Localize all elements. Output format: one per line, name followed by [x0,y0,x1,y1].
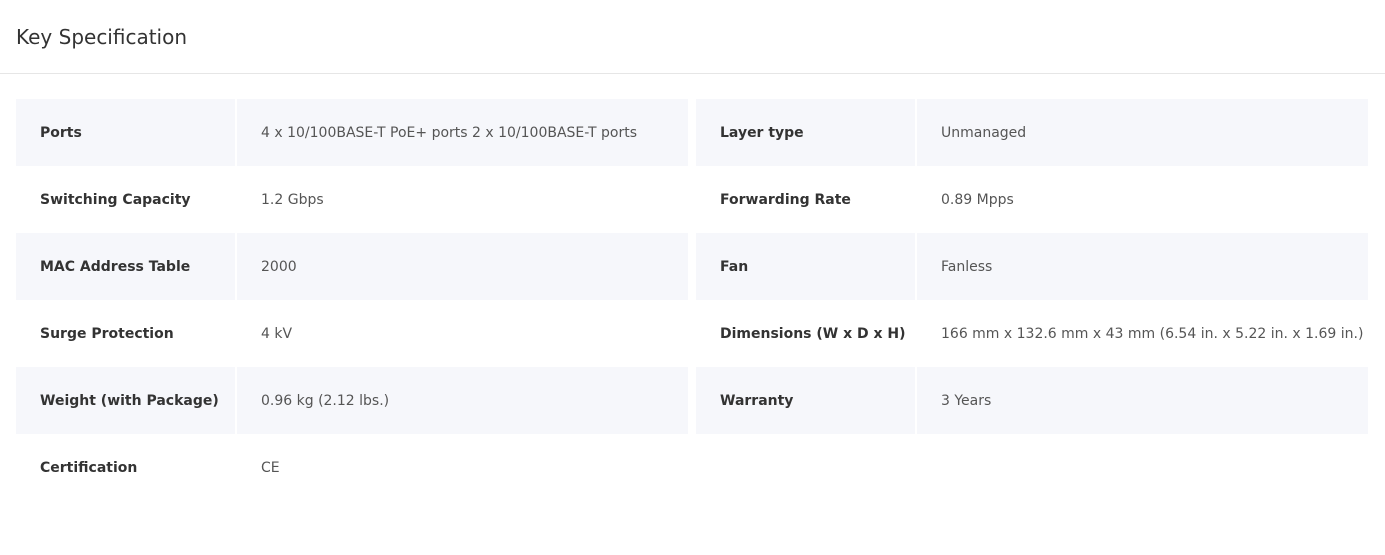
spec-label: MAC Address Table [16,233,235,300]
spec-item-switching-capacity: Switching Capacity 1.2 Gbps [16,166,688,233]
spec-label: Warranty [696,367,915,434]
spec-item-dimensions: Dimensions (W x D x H) 166 mm x 132.6 mm… [696,300,1368,367]
spec-item-weight: Weight (with Package) 0.96 kg (2.12 lbs.… [16,367,688,434]
spec-label: Fan [696,233,915,300]
spec-value: 0.89 Mpps [941,191,1014,208]
spec-value: CE [261,459,280,476]
spec-item-certification: Certification CE [16,434,688,501]
spec-value: 2000 [237,233,688,300]
spec-value: 3 Years [917,367,1368,434]
spec-value: 4 kV [261,325,293,342]
spec-label: Switching Capacity [40,191,191,208]
spec-row: Certification CE [16,434,1368,501]
spec-label: Ports [16,99,235,166]
spec-row: Switching Capacity 1.2 Gbps Forwarding R… [16,166,1368,233]
spec-value: Unmanaged [917,99,1368,166]
spec-table: Ports 4 x 10/100BASE-T PoE+ ports 2 x 10… [16,99,1368,501]
spec-value: 166 mm x 132.6 mm x 43 mm (6.54 in. x 5.… [941,325,1364,342]
spec-item-layer-type: Layer type Unmanaged [696,99,1368,166]
spec-value: 4 x 10/100BASE-T PoE+ ports 2 x 10/100BA… [237,99,688,166]
spec-item-ports: Ports 4 x 10/100BASE-T PoE+ ports 2 x 10… [16,99,688,166]
spec-value: 1.2 Gbps [261,191,324,208]
spec-item-fan: Fan Fanless [696,233,1368,300]
spec-item-forwarding-rate: Forwarding Rate 0.89 Mpps [696,166,1368,233]
spec-label: Certification [40,459,138,476]
spec-label: Dimensions (W x D x H) [720,325,906,342]
spec-item-warranty: Warranty 3 Years [696,367,1368,434]
spec-row: Surge Protection 4 kV Dimensions (W x D … [16,300,1368,367]
spec-label: Layer type [696,99,915,166]
spec-label: Forwarding Rate [720,191,851,208]
spec-row: Weight (with Package) 0.96 kg (2.12 lbs.… [16,367,1368,434]
spec-value: Fanless [917,233,1368,300]
spec-row: Ports 4 x 10/100BASE-T PoE+ ports 2 x 10… [16,99,1368,166]
spec-label: Weight (with Package) [16,367,235,434]
spec-label: Surge Protection [40,325,174,342]
spec-item-surge-protection: Surge Protection 4 kV [16,300,688,367]
spec-value: 0.96 kg (2.12 lbs.) [237,367,688,434]
spec-row: MAC Address Table 2000 Fan Fanless [16,233,1368,300]
spec-item-mac-address-table: MAC Address Table 2000 [16,233,688,300]
page-title: Key Specification [16,25,188,49]
page-header: Key Specification [0,0,1385,74]
